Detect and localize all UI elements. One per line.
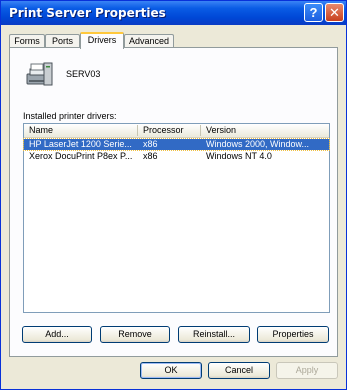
tab-advanced[interactable]: Advanced	[124, 34, 174, 48]
tab-forms[interactable]: Forms	[9, 34, 45, 48]
driver-version-cell: Windows NT 4.0	[206, 151, 272, 161]
window-title: Print Server Properties	[9, 6, 166, 20]
add-driver-button[interactable]: Add...	[22, 326, 92, 343]
list-header: Name Processor Version	[24, 124, 329, 138]
apply-button[interactable]: Apply	[276, 362, 338, 379]
driver-properties-button[interactable]: Properties	[257, 326, 329, 343]
close-button[interactable]: ✕	[325, 3, 344, 22]
driver-processor-cell: x86	[143, 151, 158, 161]
print-server-icon	[26, 62, 53, 86]
reinstall-driver-button[interactable]: Reinstall...	[178, 326, 250, 343]
tab-drivers[interactable]: Drivers	[80, 32, 124, 49]
driver-name-cell: Xerox DocuPrint P8ex P...	[29, 151, 133, 161]
title-bar[interactable]: Print Server Properties ? ✕	[1, 1, 346, 25]
tab-ports[interactable]: Ports	[45, 34, 80, 48]
cancel-button[interactable]: Cancel	[208, 362, 270, 379]
column-header-version[interactable]: Version	[201, 125, 329, 136]
print-server-properties-window: Print Server Properties ? ✕ Forms Ports …	[0, 0, 347, 390]
server-name: SERV03	[66, 69, 101, 79]
installed-drivers-label: Installed printer drivers:	[23, 111, 117, 121]
drivers-list[interactable]: Name Processor Version HP LaserJet 1200 …	[23, 123, 330, 313]
column-header-name[interactable]: Name	[24, 125, 138, 136]
driver-processor-cell: x86	[143, 139, 158, 149]
driver-name-cell: HP LaserJet 1200 Serie...	[29, 139, 132, 149]
remove-driver-button[interactable]: Remove	[100, 326, 170, 343]
driver-row-xerox-docuprint[interactable]: Xerox DocuPrint P8ex P... x86 Windows NT…	[24, 151, 329, 162]
driver-row-hp-laserjet[interactable]: HP LaserJet 1200 Serie... x86 Windows 20…	[23, 138, 330, 151]
help-button[interactable]: ?	[304, 3, 323, 22]
ok-button[interactable]: OK	[140, 362, 202, 379]
driver-version-cell: Windows 2000, Window...	[206, 139, 310, 149]
drivers-panel: SERV03 Installed printer drivers: Name P…	[9, 47, 338, 357]
column-header-processor[interactable]: Processor	[138, 125, 201, 136]
